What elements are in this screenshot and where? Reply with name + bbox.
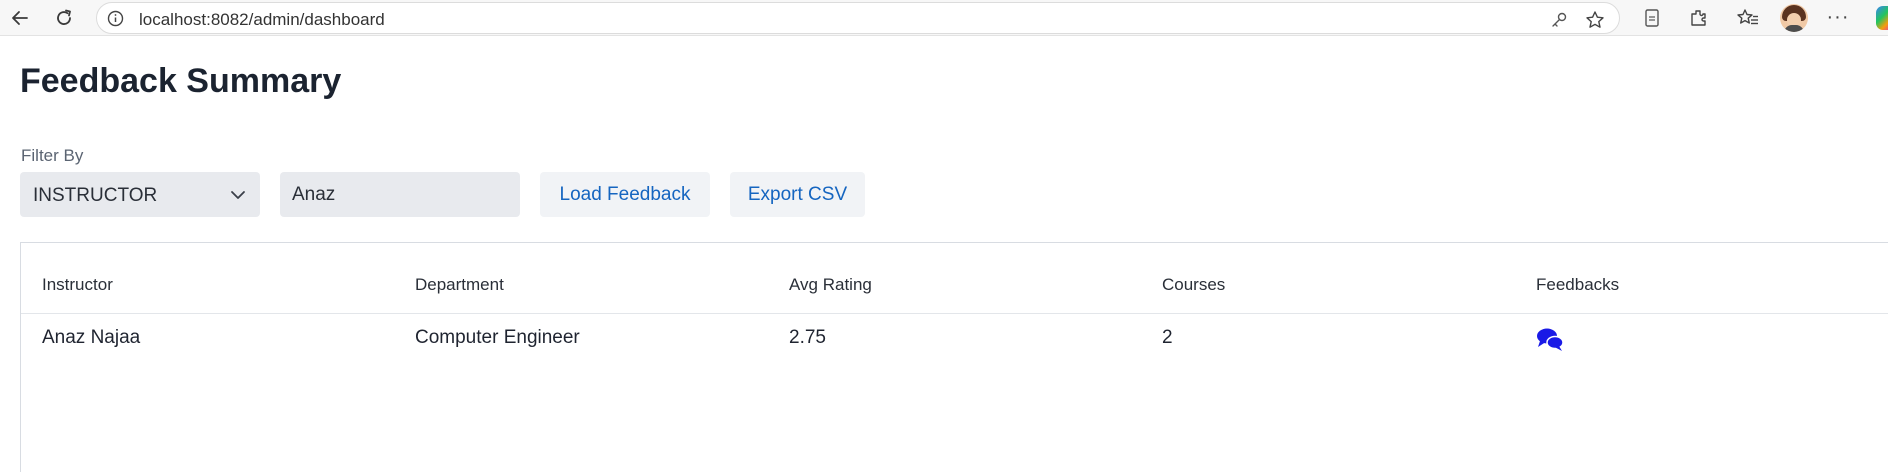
column-header-department: Department bbox=[415, 275, 504, 294]
filter-value-input[interactable] bbox=[280, 172, 520, 217]
export-csv-button[interactable]: Export CSV bbox=[730, 172, 865, 217]
site-info-icon[interactable] bbox=[107, 10, 124, 27]
cell-avg-rating: 2.75 bbox=[789, 327, 826, 348]
column-header-instructor: Instructor bbox=[42, 275, 113, 294]
cell-courses: 2 bbox=[1162, 327, 1173, 348]
column-header-avg-rating: Avg Rating bbox=[789, 275, 872, 294]
browser-toolbar: localhost:8082/admin/dashboard ··· bbox=[0, 0, 1888, 36]
url-text[interactable]: localhost:8082/admin/dashboard bbox=[139, 10, 385, 30]
chevron-down-icon bbox=[228, 185, 248, 205]
more-options-icon[interactable]: ··· bbox=[1826, 6, 1850, 30]
arrow-left-icon bbox=[12, 11, 28, 25]
load-feedback-button[interactable]: Load Feedback bbox=[540, 172, 710, 217]
column-header-feedbacks: Feedbacks bbox=[1536, 275, 1620, 294]
back-button[interactable] bbox=[8, 6, 32, 30]
cell-department: Computer Engineer bbox=[415, 327, 580, 348]
feedback-summary-table: Instructor Department Avg Rating Courses… bbox=[20, 242, 1888, 472]
filter-type-select[interactable]: INSTRUCTOR bbox=[20, 172, 260, 217]
reading-view-icon[interactable] bbox=[1640, 6, 1664, 30]
profile-avatar[interactable] bbox=[1780, 4, 1808, 32]
extensions-icon[interactable] bbox=[1686, 6, 1710, 30]
filter-type-value: INSTRUCTOR bbox=[33, 185, 158, 206]
key-icon[interactable] bbox=[1549, 10, 1569, 30]
comments-icon[interactable] bbox=[1536, 327, 1564, 353]
refresh-icon bbox=[57, 9, 71, 25]
header-divider bbox=[21, 313, 1888, 314]
page-title: Feedback Summary bbox=[20, 62, 342, 100]
column-header-courses: Courses bbox=[1162, 275, 1226, 294]
dashboard-page: Feedback Summary Filter By INSTRUCTOR Lo… bbox=[0, 36, 1888, 472]
favorites-icon[interactable] bbox=[1736, 6, 1760, 30]
star-icon[interactable] bbox=[1585, 10, 1605, 30]
refresh-button[interactable] bbox=[52, 6, 76, 30]
filter-by-label: Filter By bbox=[21, 146, 84, 165]
address-bar[interactable]: localhost:8082/admin/dashboard bbox=[96, 2, 1620, 34]
cell-instructor: Anaz Najaa bbox=[42, 327, 141, 348]
copilot-icon[interactable] bbox=[1876, 6, 1888, 30]
